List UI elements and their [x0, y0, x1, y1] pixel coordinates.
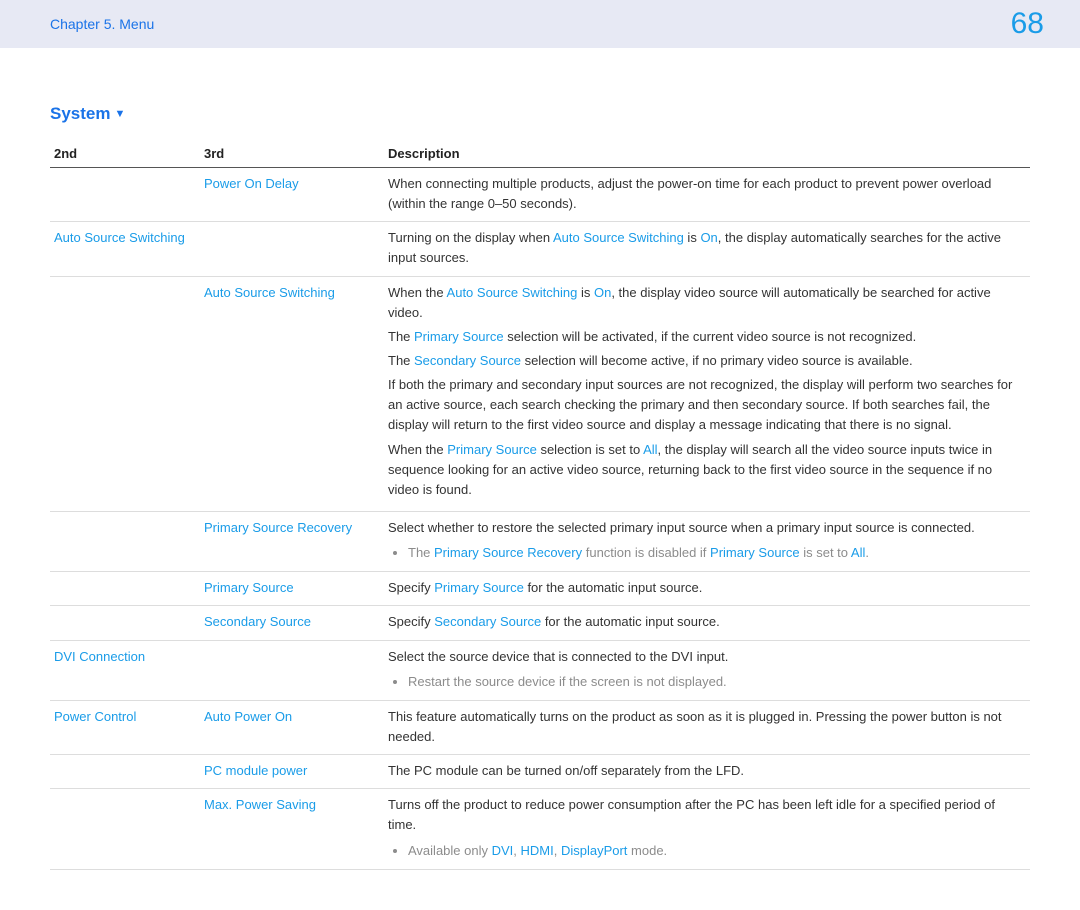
table-row: Power Control Auto Power On This feature…	[50, 700, 1030, 754]
table-header-row: 2nd 3rd Description	[50, 140, 1030, 168]
note-item: The Primary Source Recovery function is …	[408, 542, 1026, 564]
note-item: Available only DVI, HDMI, DisplayPort mo…	[408, 840, 1026, 862]
page-number: 68	[1011, 7, 1044, 41]
table-row: Primary Source Recovery Select whether t…	[50, 511, 1030, 571]
note-item: Restart the source device if the screen …	[408, 671, 1026, 693]
table-row: Max. Power Saving Turns off the product …	[50, 789, 1030, 869]
description-cell: When the Auto Source Switching is On, th…	[384, 276, 1030, 511]
menu-item-link[interactable]: Power On Delay	[204, 176, 299, 191]
description-cell: The PC module can be turned on/off separ…	[384, 755, 1030, 789]
page-header: Chapter 5. Menu 68	[0, 0, 1080, 48]
col-2nd: 2nd	[50, 140, 200, 168]
menu-table: 2nd 3rd Description Power On Delay When …	[50, 140, 1030, 870]
table-row: DVI Connection Select the source device …	[50, 640, 1030, 700]
description-cell: Turns off the product to reduce power co…	[384, 789, 1030, 869]
col-description: Description	[384, 140, 1030, 168]
menu-item-link[interactable]: Secondary Source	[204, 614, 311, 629]
menu-item-link[interactable]: Power Control	[54, 709, 136, 724]
description-cell: When connecting multiple products, adjus…	[384, 168, 1030, 222]
section-title-text: System	[50, 104, 110, 124]
triangle-down-icon: ▼	[114, 108, 125, 120]
table-row: Auto Source Switching Turning on the dis…	[50, 222, 1030, 276]
menu-item-link[interactable]: Auto Power On	[204, 709, 292, 724]
description-cell: Turning on the display when Auto Source …	[384, 222, 1030, 276]
table-row: Power On Delay When connecting multiple …	[50, 168, 1030, 222]
menu-item-link[interactable]: Primary Source	[204, 580, 294, 595]
menu-item-link[interactable]: Auto Source Switching	[54, 230, 185, 245]
col-3rd: 3rd	[200, 140, 384, 168]
chapter-label[interactable]: Chapter 5. Menu	[50, 16, 154, 32]
description-cell: Specify Primary Source for the automatic…	[384, 572, 1030, 606]
section-title[interactable]: System ▼	[50, 104, 1030, 124]
description-cell: This feature automatically turns on the …	[384, 700, 1030, 754]
table-row: Primary Source Specify Primary Source fo…	[50, 572, 1030, 606]
table-row: Secondary Source Specify Secondary Sourc…	[50, 606, 1030, 640]
menu-item-link[interactable]: PC module power	[204, 763, 307, 778]
table-row: Auto Source Switching When the Auto Sour…	[50, 276, 1030, 511]
description-cell: Specify Secondary Source for the automat…	[384, 606, 1030, 640]
menu-item-link[interactable]: DVI Connection	[54, 649, 145, 664]
menu-item-link[interactable]: Auto Source Switching	[204, 285, 335, 300]
menu-item-link[interactable]: Primary Source Recovery	[204, 520, 352, 535]
table-row: PC module power The PC module can be tur…	[50, 755, 1030, 789]
menu-item-link[interactable]: Max. Power Saving	[204, 797, 316, 812]
description-cell: Select the source device that is connect…	[384, 640, 1030, 700]
description-cell: Select whether to restore the selected p…	[384, 511, 1030, 571]
page-content: System ▼ 2nd 3rd Description Power On De…	[0, 48, 1080, 910]
